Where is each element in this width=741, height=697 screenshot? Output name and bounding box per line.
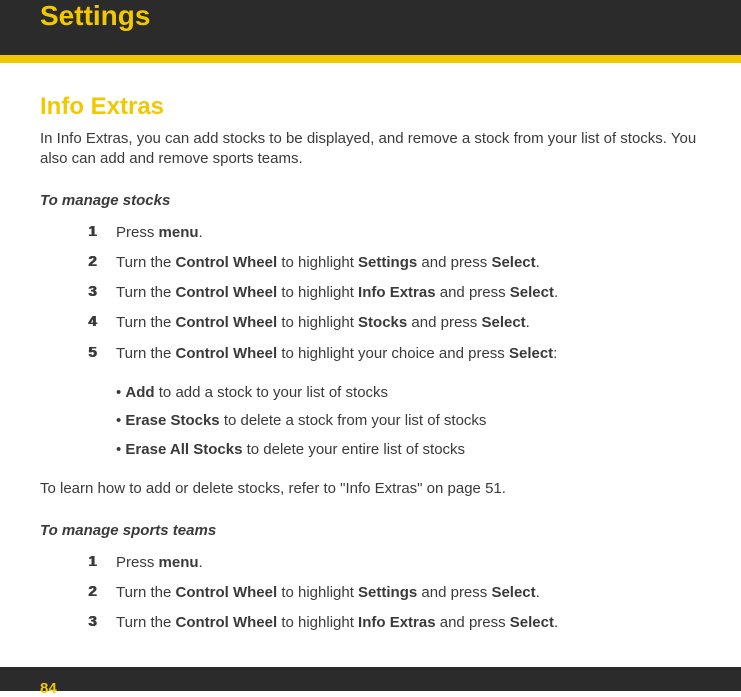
step-text: Turn the Control Wheel to highlight Info… [116, 283, 558, 303]
header-title: Settings [40, 0, 150, 32]
step-number: 1 [88, 553, 116, 570]
step-item: 5 Turn the Control Wheel to highlight yo… [88, 344, 701, 364]
bullet-item: • Add to add a stock to your list of sto… [116, 382, 701, 405]
step-text: Turn the Control Wheel to highlight Info… [116, 613, 558, 633]
sports-steps: 1 Press menu. 2 Turn the Control Wheel t… [88, 553, 701, 634]
step-text: Turn the Control Wheel to highlight your… [116, 344, 557, 364]
step-text: Press menu. [116, 553, 203, 573]
sports-heading: To manage sports teams [40, 522, 701, 539]
step-item: 2 Turn the Control Wheel to highlight Se… [88, 583, 701, 603]
step-item: 3 Turn the Control Wheel to highlight In… [88, 283, 701, 303]
step-item: 1 Press menu. [88, 553, 701, 573]
page-number: 84 [40, 680, 57, 697]
step-number: 4 [88, 313, 116, 330]
intro-text: In Info Extras, you can add stocks to be… [40, 129, 701, 170]
stocks-bullets: • Add to add a stock to your list of sto… [116, 382, 701, 462]
yellow-strip [0, 55, 741, 63]
step-number: 3 [88, 283, 116, 300]
step-number: 5 [88, 344, 116, 361]
step-number: 3 [88, 613, 116, 630]
step-number: 2 [88, 253, 116, 270]
step-text: Press menu. [116, 223, 203, 243]
step-text: Turn the Control Wheel to highlight Sett… [116, 253, 540, 273]
step-item: 1 Press menu. [88, 223, 701, 243]
step-item: 2 Turn the Control Wheel to highlight Se… [88, 253, 701, 273]
step-item: 4 Turn the Control Wheel to highlight St… [88, 313, 701, 333]
step-text: Turn the Control Wheel to highlight Stoc… [116, 313, 530, 333]
step-item: 3 Turn the Control Wheel to highlight In… [88, 613, 701, 633]
step-number: 2 [88, 583, 116, 600]
step-number: 1 [88, 223, 116, 240]
stocks-heading: To manage stocks [40, 192, 701, 209]
header-bar: Settings [0, 0, 741, 55]
footer-bar: 84 [0, 667, 741, 691]
stocks-steps: 1 Press menu. 2 Turn the Control Wheel t… [88, 223, 701, 364]
content-area: Info Extras In Info Extras, you can add … [0, 63, 741, 633]
bullet-item: • Erase All Stocks to delete your entire… [116, 439, 701, 462]
step-text: Turn the Control Wheel to highlight Sett… [116, 583, 540, 603]
section-title: Info Extras [40, 93, 701, 121]
bullet-item: • Erase Stocks to delete a stock from yo… [116, 410, 701, 433]
stocks-footnote: To learn how to add or delete stocks, re… [40, 479, 701, 499]
